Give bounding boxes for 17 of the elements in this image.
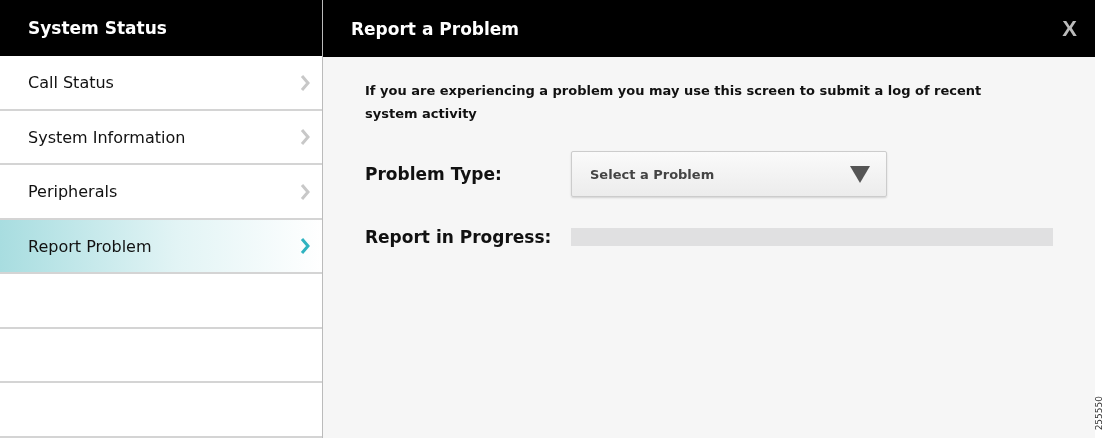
chevron-icon — [300, 74, 310, 91]
description: If you are experiencing a problem you may use this screen to submit a log of recent system activity — [365, 82, 983, 123]
dropdown-arrow-icon — [850, 165, 870, 183]
sidebar-item-label: Call Status — [28, 73, 114, 93]
chevron-icon — [300, 183, 310, 200]
sidebar-title: System Status — [28, 18, 167, 39]
sidebar-item-label: System Information — [28, 127, 186, 147]
problem-type-label: Problem Type: — [365, 164, 503, 184]
progress-label: Report in Progress: — [365, 227, 553, 247]
chevron-icon — [300, 238, 310, 255]
sidebar-item-label: Peripherals — [28, 182, 118, 202]
panel-title: Report a Problem — [351, 18, 520, 39]
chevron-icon — [300, 129, 310, 146]
problem-dropdown[interactable]: Select a Problem — [571, 151, 887, 197]
close-button[interactable]: X — [1062, 15, 1077, 42]
sidebar-item[interactable]: Report Problem — [0, 219, 322, 275]
sidebar-item-label: Report Problem — [28, 236, 152, 256]
